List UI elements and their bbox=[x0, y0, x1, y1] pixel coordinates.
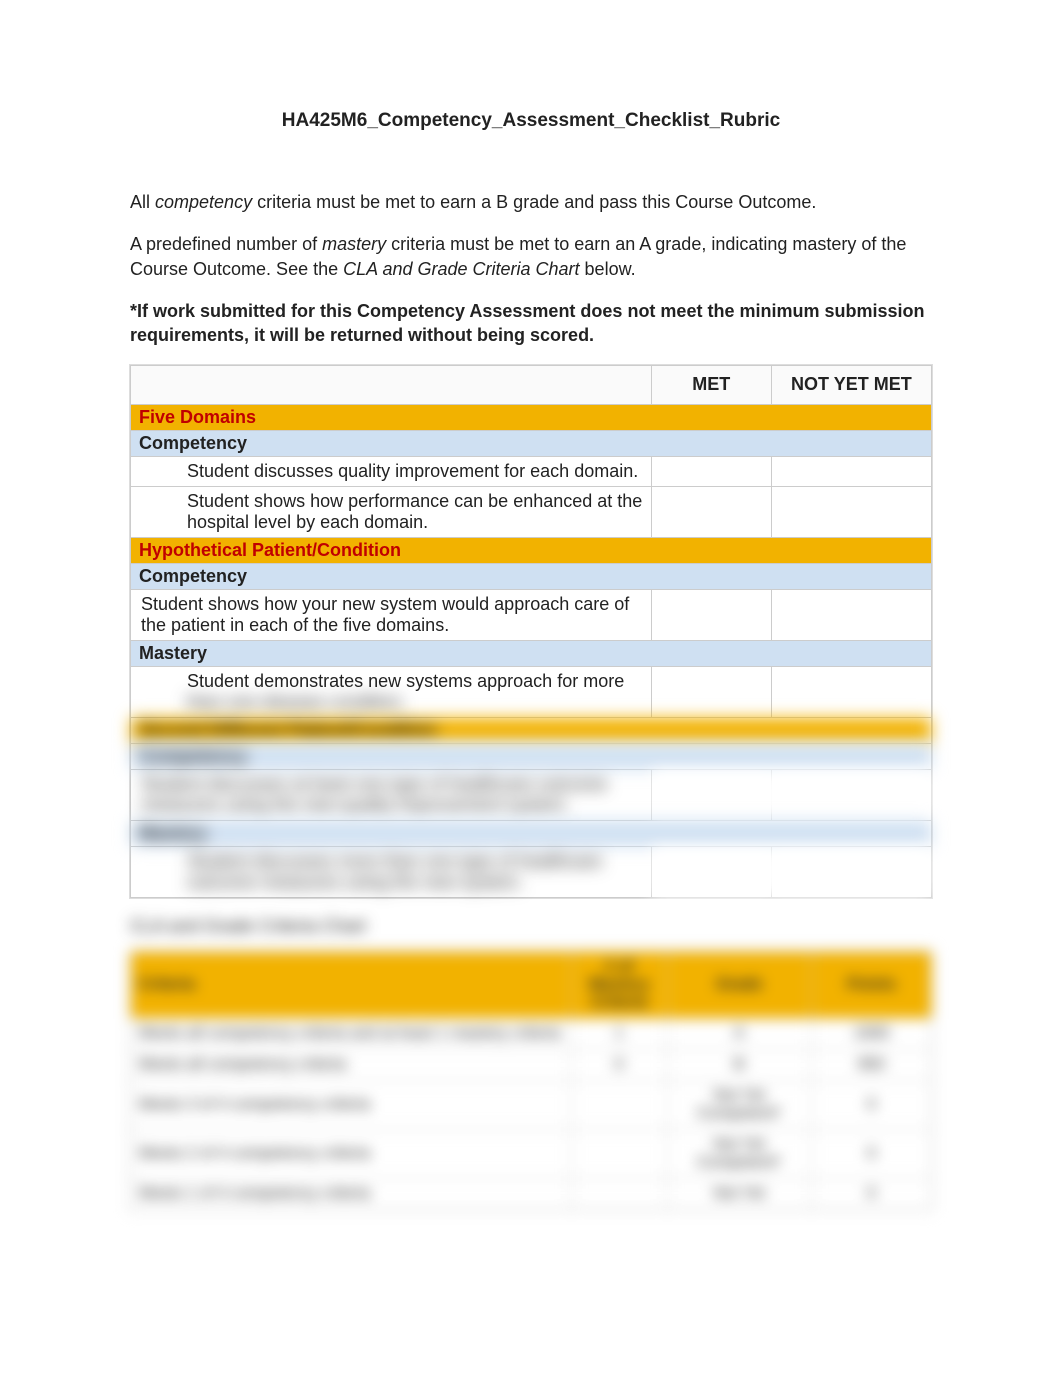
criteria-row: Student shows how your new system would … bbox=[131, 590, 932, 641]
met-cell bbox=[651, 590, 771, 641]
band-row: Mastery bbox=[131, 821, 932, 847]
gc-points: 850 bbox=[811, 1050, 931, 1081]
italic-text: mastery bbox=[322, 234, 386, 254]
gc-mastery bbox=[571, 1081, 667, 1130]
italic-text: competency bbox=[155, 192, 252, 212]
section-title: Hypothetical Patient/Condition bbox=[131, 538, 932, 564]
gc-grade: Not Yet bbox=[667, 1179, 811, 1210]
not-met-cell bbox=[771, 667, 931, 718]
header-met: MET bbox=[651, 366, 771, 405]
band-label: Competency bbox=[131, 564, 932, 590]
criteria-cell: Student discusses at least one type of h… bbox=[131, 770, 652, 821]
not-met-cell bbox=[771, 770, 931, 821]
gc-points: 0 bbox=[811, 1179, 931, 1210]
section-title-row: Five Domains bbox=[131, 405, 932, 431]
gc-criteria: Meets 1 of 4 competency criteria bbox=[131, 1179, 572, 1210]
section-title: Second Different Patient/Condition bbox=[131, 718, 932, 744]
gc-points: 1000 bbox=[811, 1019, 931, 1050]
grade-chart-header-row: Criteria # of Mastery Criteria Grade Poi… bbox=[131, 952, 932, 1019]
band-row: Competency bbox=[131, 564, 932, 590]
grade-chart-caption: CLA and Grade Criteria Chart bbox=[130, 916, 932, 937]
text: All bbox=[130, 192, 155, 212]
gc-criteria: Meets 3 of 4 competency criteria bbox=[131, 1081, 572, 1130]
criteria-cell: Student shows how performance can be enh… bbox=[131, 487, 652, 538]
band-label: Mastery bbox=[131, 641, 932, 667]
criteria-text: Student discusses more than one type of … bbox=[141, 851, 643, 893]
met-cell bbox=[651, 847, 771, 898]
criteria-text: Student demonstrates new systems approac… bbox=[141, 671, 643, 713]
criteria-cell: Student shows how your new system would … bbox=[131, 590, 652, 641]
submission-note: *If work submitted for this Competency A… bbox=[130, 299, 932, 348]
not-met-cell bbox=[771, 590, 931, 641]
band-label: Mastery bbox=[131, 821, 932, 847]
gc-points: 0 bbox=[811, 1130, 931, 1179]
band-label: Competency bbox=[131, 431, 932, 457]
italic-text: CLA and Grade Criteria Chart bbox=[343, 259, 579, 279]
text: below. bbox=[580, 259, 636, 279]
criteria-row: Student discusses more than one type of … bbox=[131, 847, 932, 898]
section-title: Five Domains bbox=[131, 405, 932, 431]
text: criteria must be met to earn a B grade a… bbox=[252, 192, 816, 212]
band-row: Competency bbox=[131, 431, 932, 457]
gc-grade: Not Yet Competent* bbox=[667, 1081, 811, 1130]
criteria-text: Student discusses quality improvement fo… bbox=[141, 461, 643, 482]
rubric-table: MET NOT YET MET Five DomainsCompetencySt… bbox=[130, 365, 932, 898]
grade-chart-row: Meets 3 of 4 competency criteria Not Yet … bbox=[131, 1081, 932, 1130]
grade-chart-row: Meets 1 of 4 competency criteria Not Yet0 bbox=[131, 1179, 932, 1210]
criteria-cell: Student discusses quality improvement fo… bbox=[131, 457, 652, 487]
grade-chart-row: Meets all competency criteria0B850 bbox=[131, 1050, 932, 1081]
not-met-cell bbox=[771, 487, 931, 538]
gc-mastery bbox=[571, 1130, 667, 1179]
intro-paragraph-2: A predefined number of mastery criteria … bbox=[130, 232, 932, 281]
criteria-row: Student discusses quality improvement fo… bbox=[131, 457, 932, 487]
gc-grade: B bbox=[667, 1050, 811, 1081]
band-label: Competency bbox=[131, 744, 932, 770]
gc-grade: A bbox=[667, 1019, 811, 1050]
met-cell bbox=[651, 457, 771, 487]
gc-mastery bbox=[571, 1179, 667, 1210]
section-title-row: Hypothetical Patient/Condition bbox=[131, 538, 932, 564]
gc-criteria: Meets all competency criteria and at lea… bbox=[131, 1019, 572, 1050]
grade-chart-table: Criteria # of Mastery Criteria Grade Poi… bbox=[130, 951, 932, 1210]
band-row: Mastery bbox=[131, 641, 932, 667]
header-not-yet-met: NOT YET MET bbox=[771, 366, 931, 405]
document-page: HA425M6_Competency_Assessment_Checklist_… bbox=[0, 0, 1062, 1377]
criteria-row: Student shows how performance can be enh… bbox=[131, 487, 932, 538]
gc-criteria: Meets 2 of 4 competency criteria bbox=[131, 1130, 572, 1179]
gc-header-criteria: Criteria bbox=[131, 952, 572, 1019]
not-met-cell bbox=[771, 457, 931, 487]
gc-header-points: Points bbox=[811, 952, 931, 1019]
gc-header-grade: Grade bbox=[667, 952, 811, 1019]
section-title-row: Second Different Patient/Condition bbox=[131, 718, 932, 744]
criteria-text: Student shows how performance can be enh… bbox=[141, 491, 643, 533]
not-met-cell bbox=[771, 847, 931, 898]
gc-points: 0 bbox=[811, 1081, 931, 1130]
gc-mastery: 0 bbox=[571, 1050, 667, 1081]
met-cell bbox=[651, 770, 771, 821]
criteria-text: Student shows how your new system would … bbox=[141, 594, 643, 636]
grade-chart-row: Meets all competency criteria and at lea… bbox=[131, 1019, 932, 1050]
met-cell bbox=[651, 667, 771, 718]
grade-chart-row: Meets 2 of 4 competency criteria Not Yet … bbox=[131, 1130, 932, 1179]
header-criteria bbox=[131, 366, 652, 405]
criteria-row: Student discusses at least one type of h… bbox=[131, 770, 932, 821]
met-cell bbox=[651, 487, 771, 538]
gc-header-mastery: # of Mastery Criteria bbox=[571, 952, 667, 1019]
document-title: HA425M6_Competency_Assessment_Checklist_… bbox=[130, 110, 932, 132]
criteria-cell: Student discusses more than one type of … bbox=[131, 847, 652, 898]
intro-block: All competency criteria must be met to e… bbox=[130, 190, 932, 347]
band-row: Competency bbox=[131, 744, 932, 770]
text: A predefined number of bbox=[130, 234, 322, 254]
gc-grade: Not Yet Competent* bbox=[667, 1130, 811, 1179]
gc-mastery: 1 bbox=[571, 1019, 667, 1050]
criteria-cell: Student demonstrates new systems approac… bbox=[131, 667, 652, 718]
intro-paragraph-1: All competency criteria must be met to e… bbox=[130, 190, 932, 214]
criteria-text: Student discusses at least one type of h… bbox=[141, 774, 643, 816]
gc-criteria: Meets all competency criteria bbox=[131, 1050, 572, 1081]
criteria-row: Student demonstrates new systems approac… bbox=[131, 667, 932, 718]
rubric-header-row: MET NOT YET MET bbox=[131, 366, 932, 405]
